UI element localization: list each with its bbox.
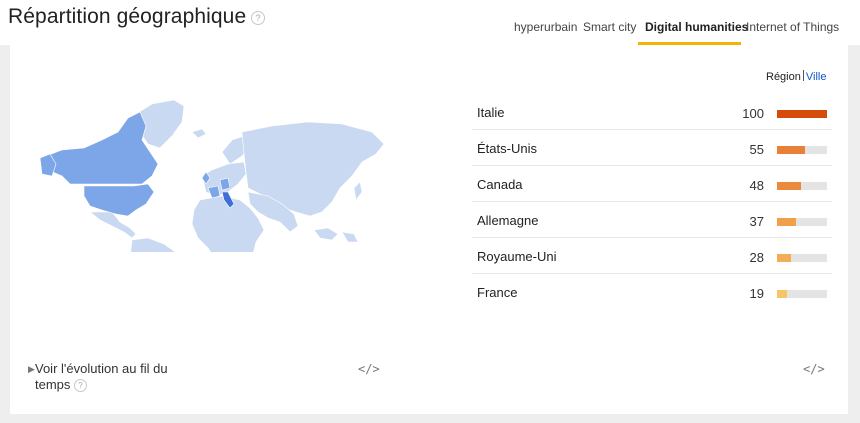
ranking-row[interactable]: Allemagne 37 xyxy=(472,202,832,238)
interest-bar-fill xyxy=(777,182,801,190)
map-embed-code-icon[interactable]: </> xyxy=(358,362,380,376)
tab-bar: hyperurbain Smart city Digital humanitie… xyxy=(0,0,860,45)
country-name: Allemagne xyxy=(477,213,539,228)
country-name: France xyxy=(477,285,518,300)
interest-bar-fill xyxy=(777,254,791,262)
country-name: Royaume-Uni xyxy=(477,249,557,264)
tab-digital-humanities[interactable]: Digital humanities xyxy=(645,20,748,34)
interest-bar-track xyxy=(777,146,827,154)
list-embed-code-icon[interactable]: </> xyxy=(803,362,825,376)
interest-bar-fill xyxy=(777,290,787,298)
region-option[interactable]: Région xyxy=(766,71,801,83)
region-city-toggle: Région Ville xyxy=(766,70,826,83)
help-icon[interactable]: ? xyxy=(74,379,88,392)
interest-bar-track xyxy=(777,254,827,262)
ranking-row[interactable]: États-Unis 55 xyxy=(472,130,832,166)
evolution-label: Voir l'évolution au fil du temps xyxy=(35,361,168,392)
country-name: Canada xyxy=(477,177,523,192)
interest-value: 19 xyxy=(749,286,764,301)
tab-hyperurbain[interactable]: hyperurbain xyxy=(514,20,577,34)
interest-bar-fill xyxy=(777,110,827,118)
ranking-row[interactable]: Italie 100 xyxy=(472,94,832,130)
interest-bar-track xyxy=(777,290,827,298)
interest-bar-fill xyxy=(777,218,796,226)
country-name: Italie xyxy=(477,105,505,120)
ranking-row[interactable]: Royaume-Uni 28 xyxy=(472,238,832,274)
toggle-separator xyxy=(802,70,804,81)
interest-bar-track xyxy=(777,218,827,226)
interest-value: 28 xyxy=(749,250,764,265)
evolution-toggle[interactable]: ▶ Voir l'évolution au fil du temps ? xyxy=(28,361,195,393)
world-map[interactable] xyxy=(32,92,392,252)
city-option[interactable]: Ville xyxy=(806,71,827,83)
tab-smart-city[interactable]: Smart city xyxy=(583,20,636,34)
interest-value: 48 xyxy=(749,178,764,193)
interest-value: 100 xyxy=(742,106,764,121)
ranking-row[interactable]: France 19 xyxy=(472,274,832,309)
region-ranking-list: Italie 100 États-Unis 55 Canada 48 Allem… xyxy=(472,94,832,309)
interest-bar-track xyxy=(777,110,827,118)
interest-bar-track xyxy=(777,182,827,190)
ranking-row[interactable]: Canada 48 xyxy=(472,166,832,202)
interest-bar-fill xyxy=(777,146,805,154)
interest-value: 55 xyxy=(749,142,764,157)
country-name: États-Unis xyxy=(477,141,537,156)
tab-internet-of-things[interactable]: Internet of Things xyxy=(746,20,839,34)
triangle-right-icon: ▶ xyxy=(28,364,35,374)
interest-value: 37 xyxy=(749,214,764,229)
